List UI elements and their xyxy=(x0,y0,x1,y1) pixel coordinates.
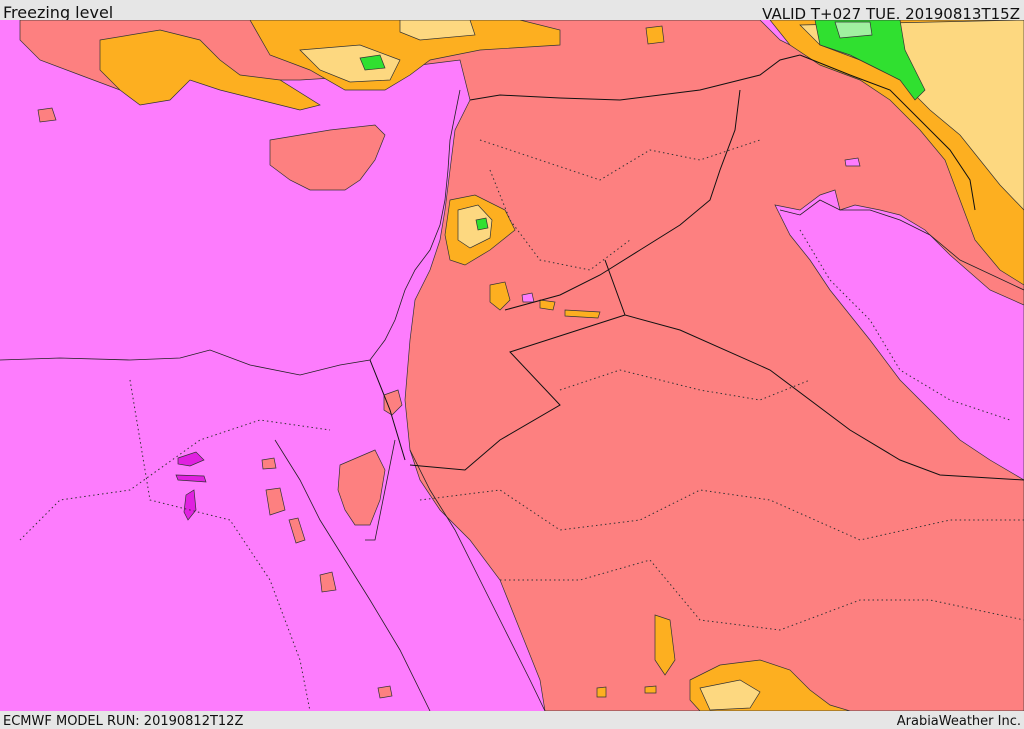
orange-blob-n1 xyxy=(645,25,665,45)
footer-bar: ECMWF MODEL RUN: 20190812T12Z ArabiaWeat… xyxy=(0,711,1024,729)
header-bar: Freezing level VALID T+027 TUE. 20190813… xyxy=(0,0,1024,23)
green-lebanon xyxy=(475,217,489,231)
orange-dot-2 xyxy=(596,686,607,698)
orange-blob-iraq-1 xyxy=(539,299,556,311)
map-canvas xyxy=(0,20,1024,711)
light-green-iran xyxy=(834,21,873,39)
freezing-level-map[interactable] xyxy=(0,20,1024,711)
credit-label: ArabiaWeather Inc. xyxy=(896,714,1021,729)
red-sea-island-2 xyxy=(377,685,393,699)
orange-dot-1 xyxy=(644,685,657,694)
nile-island-1 xyxy=(261,457,277,470)
purple-dot-jordan xyxy=(521,292,535,303)
model-run-label: ECMWF MODEL RUN: 20190812T12Z xyxy=(3,714,244,729)
